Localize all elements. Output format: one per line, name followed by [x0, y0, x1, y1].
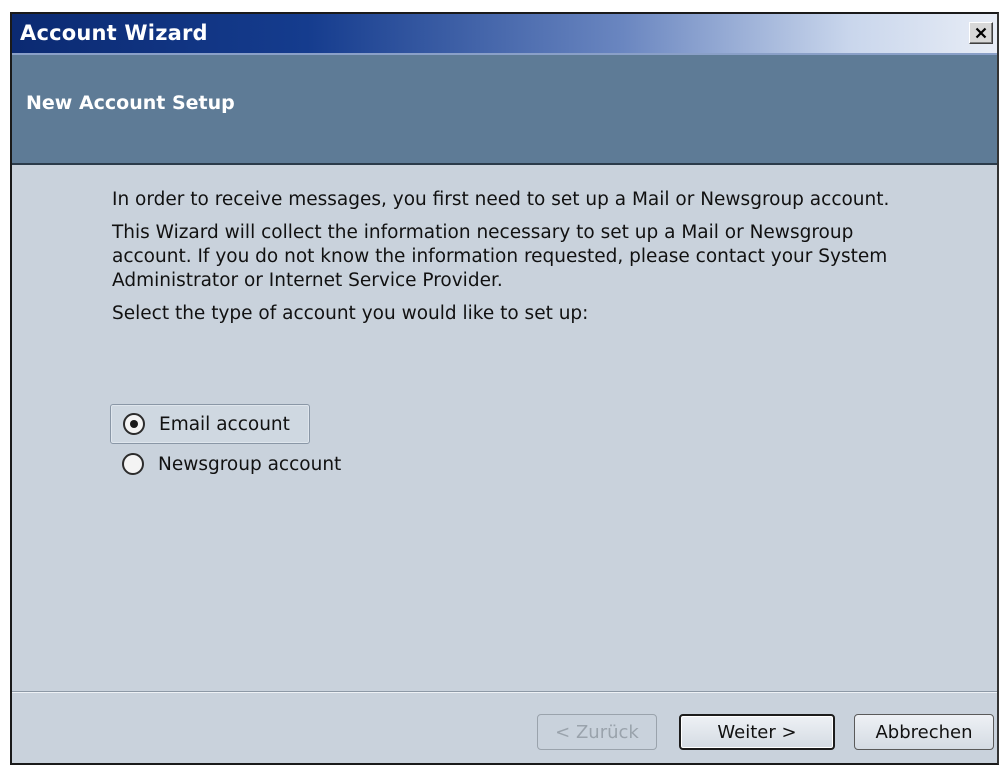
info-paragraph: This Wizard will collect the information…	[112, 222, 888, 291]
intro-paragraph: In order to receive messages, you first …	[112, 189, 890, 210]
radio-label: Newsgroup account	[158, 453, 342, 475]
account-type-prompt: Select the type of account you would lik…	[112, 303, 589, 324]
close-icon	[975, 27, 987, 39]
wizard-header: New Account Setup	[12, 55, 997, 165]
radio-button-checked[interactable]	[123, 413, 145, 435]
close-button[interactable]	[969, 22, 993, 44]
radio-label: Email account	[159, 413, 290, 435]
title-bar[interactable]: Account Wizard	[12, 14, 997, 55]
next-button[interactable]: Weiter >	[679, 714, 835, 750]
footer-divider	[12, 691, 997, 693]
radio-newsgroup-account[interactable]: Newsgroup account	[110, 444, 353, 484]
window-title: Account Wizard	[20, 21, 208, 45]
back-button[interactable]: < Zurück	[537, 714, 657, 750]
account-type-radio-group: Email account Newsgroup account	[110, 404, 353, 484]
account-wizard-dialog: Account Wizard New Account Setup In orde…	[10, 12, 999, 765]
cancel-button[interactable]: Abbrechen	[854, 714, 994, 750]
wizard-content: In order to receive messages, you first …	[112, 188, 912, 335]
page-title: New Account Setup	[26, 92, 235, 114]
radio-button-unchecked[interactable]	[122, 453, 144, 475]
radio-email-account[interactable]: Email account	[110, 404, 310, 444]
